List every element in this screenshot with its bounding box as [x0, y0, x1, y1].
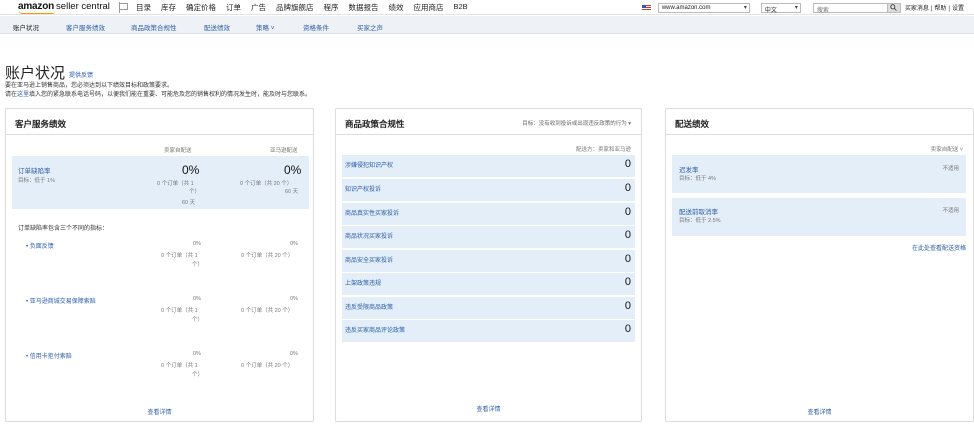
contact-here-link[interactable]: 这里 [17, 92, 29, 98]
odr-amazon-count: 0 个订单（共 20 个） [240, 181, 293, 187]
subnav-eligibility[interactable]: 资格条件 [303, 22, 329, 32]
odr-amazon-days: 60 天 [285, 189, 299, 195]
col-amazon-header: 亚马逊配送 [270, 148, 298, 154]
panel-title: 配送绩效 [666, 109, 973, 135]
odr-seller-count: 0 个订单（共 1 [157, 181, 194, 187]
nav-catalog[interactable]: 目录 [136, 2, 151, 13]
shipping-filter-dropdown[interactable]: 卖家自配送 ˅ [931, 145, 963, 153]
policy-row[interactable]: 商品真实性买家投诉 0 [342, 203, 635, 225]
odr-seller-count-2: 个） [189, 189, 201, 195]
panel-title: 商品政策合规性 目标：没有收到投诉或出现违反政策的行为 [336, 109, 641, 135]
shipping-eligibility-link[interactable]: 在此处查看配送资格 [912, 243, 966, 252]
feedback-link[interactable]: 提供反馈 [69, 70, 93, 79]
subnav-policy-compliance[interactable]: 商品政策合规性 [131, 22, 177, 32]
us-flag-icon [641, 4, 651, 11]
odr-target: 目标：低于 1% [18, 178, 55, 184]
seller-central-logo[interactable]: amazon seller central [18, 1, 112, 14]
subnav-account-health[interactable]: 账户状况 [13, 22, 39, 32]
odr-seller-value: 0% [182, 163, 200, 177]
search-button[interactable] [887, 2, 901, 13]
amazon-smile-icon [19, 11, 55, 14]
subnav-shipping[interactable]: 配送绩效 [204, 22, 230, 32]
policy-row[interactable]: 涉嫌侵犯知识产权 0 [342, 155, 635, 177]
odr-seller-days: 60 天 [182, 200, 196, 206]
a-to-z-claims-link[interactable]: 亚马逊商城交易保障索赔 [26, 296, 96, 305]
odr-amazon-value: 0% [284, 163, 302, 177]
col-seller-header: 卖家自配送 [164, 148, 192, 154]
subnav-voice-of-customer[interactable]: 买家之声 [357, 22, 383, 32]
search-input[interactable]: 搜索 [812, 2, 888, 14]
policy-row[interactable]: 上架政策违规 0 [342, 273, 635, 295]
flag-icon[interactable] [118, 1, 128, 13]
chargeback-claims-link[interactable]: 信用卡拒付索赔 [26, 351, 72, 360]
shipping-performance-panel: 配送绩效 卖家自配送 ˅ 迟发率 目标：低于 4% 不适用 配送前取消率 目标：… [665, 108, 974, 422]
policy-row[interactable]: 违反受限商品政策 0 [342, 297, 635, 319]
nav-pricing[interactable]: 确定价格 [186, 2, 216, 13]
csp-details-link[interactable]: 查看详情 [6, 407, 313, 416]
shipping-details-link[interactable]: 查看详情 [666, 407, 973, 416]
intro-contact-text: 请在这里填入您的紧急联系电话号码，以便我们能在重要、可能危及您的销售权利的情况发… [5, 92, 312, 98]
language-select[interactable]: 中文 [760, 2, 801, 14]
top-right-controls: www.amazon.com 中文 搜索 买家消息|帮助|设置 [641, 0, 974, 15]
marketplace-select[interactable]: www.amazon.com [657, 2, 750, 13]
nav-appstore[interactable]: 应用商店 [414, 2, 444, 13]
nav-programs[interactable]: 程序 [324, 2, 339, 13]
policy-compliance-panel: 商品政策合规性 目标：没有收到投诉或出现违反政策的行为 配送方：卖家和亚马逊 涉… [335, 108, 642, 422]
sub-nav: 账户状况 客户服务绩效 商品政策合规性 配送绩效 策略 ˅ 资格条件 买家之声 [0, 16, 974, 34]
nav-inventory[interactable]: 库存 [161, 2, 176, 13]
help-link[interactable]: 帮助 [934, 6, 946, 12]
nav-advertising[interactable]: 广告 [251, 2, 266, 13]
policy-details-link[interactable]: 查看详情 [336, 404, 641, 413]
customer-service-panel: 客户服务绩效 卖家自配送 亚马逊配送 订单缺陷率 目标：低于 1% 0% 0 个… [5, 108, 314, 422]
late-shipment-row [672, 155, 966, 193]
nav-orders[interactable]: 订单 [226, 2, 241, 13]
policy-target-dropdown[interactable]: 目标：没有收到投诉或出现违反政策的行为 [522, 119, 631, 127]
nav-reports[interactable]: 数据报告 [349, 2, 379, 13]
nav-b2b[interactable]: B2B [454, 2, 468, 13]
top-bar: amazon seller central 目录 库存 确定价格 订单 广告 品牌… [0, 0, 974, 15]
policy-row[interactable]: 知识产权投诉 0 [342, 179, 635, 201]
nav-performance[interactable]: 绩效 [389, 2, 404, 13]
cancel-rate-link[interactable]: 配送前取消率 [679, 206, 718, 216]
panel-title: 客户服务绩效 [6, 109, 313, 135]
late-shipment-link[interactable]: 迟发率 [679, 164, 699, 174]
negative-feedback-link[interactable]: 负面反馈 [26, 241, 54, 250]
policy-row[interactable]: 商品状况买家投诉 0 [342, 226, 635, 248]
intro-text: 要在亚马逊上销售商品，您必须达到以下绩效目标和政策要求。 [5, 83, 174, 89]
top-links: 买家消息 | 帮助 | 设置 [904, 6, 964, 12]
buyer-messages-link[interactable]: 买家消息 [905, 6, 929, 12]
subnav-policies[interactable]: 策略 ˅ [256, 22, 275, 32]
odr-link[interactable]: 订单缺陷率 [18, 165, 51, 175]
nav-stores[interactable]: 品牌旗舰店 [276, 2, 314, 13]
search-icon [890, 4, 898, 11]
main-nav: 目录 库存 确定价格 订单 广告 品牌旗舰店 程序 数据报告 绩效 应用商店 B… [136, 2, 478, 13]
policy-row[interactable]: 违反买家商品评论政策 0 [342, 320, 635, 342]
odr-description: 订单缺陷率包含三个不同的指标： [18, 226, 109, 232]
policy-scope: 配送方：卖家和亚马逊 [575, 147, 631, 153]
settings-link[interactable]: 设置 [952, 6, 964, 12]
subnav-customer-service[interactable]: 客户服务绩效 [66, 22, 105, 32]
policy-row[interactable]: 商品安全买家投诉 0 [342, 250, 635, 272]
